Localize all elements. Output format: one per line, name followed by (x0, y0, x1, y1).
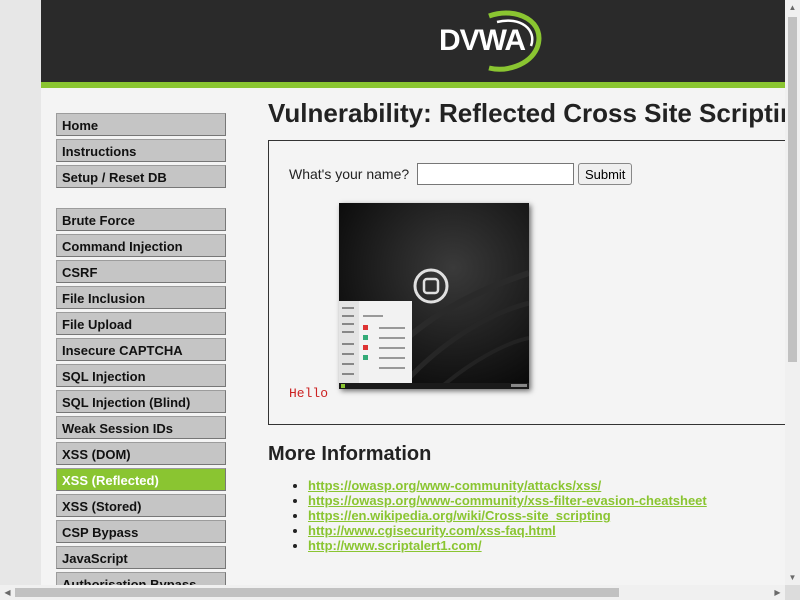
scroll-up-arrow-icon[interactable]: ▲ (785, 0, 800, 15)
menu-csrf[interactable]: CSRF (56, 260, 226, 283)
menu-sql-injection-blind[interactable]: SQL Injection (Blind) (56, 390, 226, 413)
vulnerable-code-area: What's your name? Submit Hello (268, 140, 785, 425)
more-info-link-item: https://owasp.org/www-community/attacks/… (308, 478, 707, 493)
more-info-links: https://owasp.org/www-community/attacks/… (268, 478, 707, 553)
menu-setup-reset-db[interactable]: Setup / Reset DB (56, 165, 226, 188)
more-info-link-item: https://owasp.org/www-community/xss-filt… (308, 493, 707, 508)
vertical-scrollbar[interactable]: ▲ ▼ (785, 0, 800, 585)
dvwa-page: DVWA Home Instructions Setup / Reset DB Bru… (41, 0, 785, 585)
name-form: What's your name? Submit (289, 163, 633, 185)
injected-desktop-image (339, 203, 529, 389)
menu-xss-dom[interactable]: XSS (DOM) (56, 442, 226, 465)
menu-javascript[interactable]: JavaScript (56, 546, 226, 569)
name-input[interactable] (417, 163, 575, 185)
logo-text: DVWA (439, 24, 525, 57)
menu-file-inclusion[interactable]: File Inclusion (56, 286, 226, 309)
more-info-link[interactable]: http://www.cgisecurity.com/xss-faq.html (308, 523, 556, 538)
menu-weak-session-ids[interactable]: Weak Session IDs (56, 416, 226, 439)
more-info-link[interactable]: https://owasp.org/www-community/attacks/… (308, 478, 601, 493)
main-menu: Home Instructions Setup / Reset DB Brute Fo… (56, 113, 226, 585)
header: DVWA (41, 0, 785, 82)
dvwa-logo: DVWA (439, 10, 542, 72)
menu-instructions[interactable]: Instructions (56, 139, 226, 162)
horizontal-scroll-thumb[interactable] (15, 588, 619, 597)
more-info-link[interactable]: http://www.scriptalert1.com/ (308, 538, 482, 553)
menu-xss-reflected[interactable]: XSS (Reflected) (56, 468, 226, 491)
page-title: Vulnerability: Reflected Cross Site Scri… (268, 98, 785, 128)
more-info-link-item: http://www.cgisecurity.com/xss-faq.html (308, 523, 707, 538)
scroll-right-arrow-icon[interactable]: ▶ (770, 585, 785, 600)
menu-insecure-captcha[interactable]: Insecure CAPTCHA (56, 338, 226, 361)
scrollbar-corner (785, 585, 800, 600)
scroll-left-arrow-icon[interactable]: ◀ (0, 585, 15, 600)
output-text: Hello (289, 386, 329, 401)
menu-sql-injection[interactable]: SQL Injection (56, 364, 226, 387)
menu-csp-bypass[interactable]: CSP Bypass (56, 520, 226, 543)
submit-button[interactable]: Submit (577, 163, 633, 185)
name-label: What's your name? (289, 166, 410, 182)
more-info-link-item: https://en.wikipedia.org/wiki/Cross-site… (308, 508, 707, 523)
menu-command-injection[interactable]: Command Injection (56, 234, 226, 257)
more-info-link[interactable]: https://owasp.org/www-community/xss-filt… (308, 493, 707, 508)
scroll-down-arrow-icon[interactable]: ▼ (785, 570, 800, 585)
menu-home[interactable]: Home (56, 113, 226, 136)
menu-file-upload[interactable]: File Upload (56, 312, 226, 335)
menu-xss-stored[interactable]: XSS (Stored) (56, 494, 226, 517)
more-info-heading: More Information (268, 443, 432, 465)
more-info-link[interactable]: https://en.wikipedia.org/wiki/Cross-site… (308, 508, 611, 523)
menu-brute-force[interactable]: Brute Force (56, 208, 226, 231)
vertical-scroll-thumb[interactable] (788, 17, 797, 362)
menu-block-gap (56, 191, 226, 208)
more-info-link-item: http://www.scriptalert1.com/ (308, 538, 707, 553)
menu-authorisation-bypass[interactable]: Authorisation Bypass (56, 572, 226, 585)
horizontal-scrollbar[interactable]: ◀ ▶ (0, 585, 785, 600)
header-accent-bar (41, 82, 785, 88)
